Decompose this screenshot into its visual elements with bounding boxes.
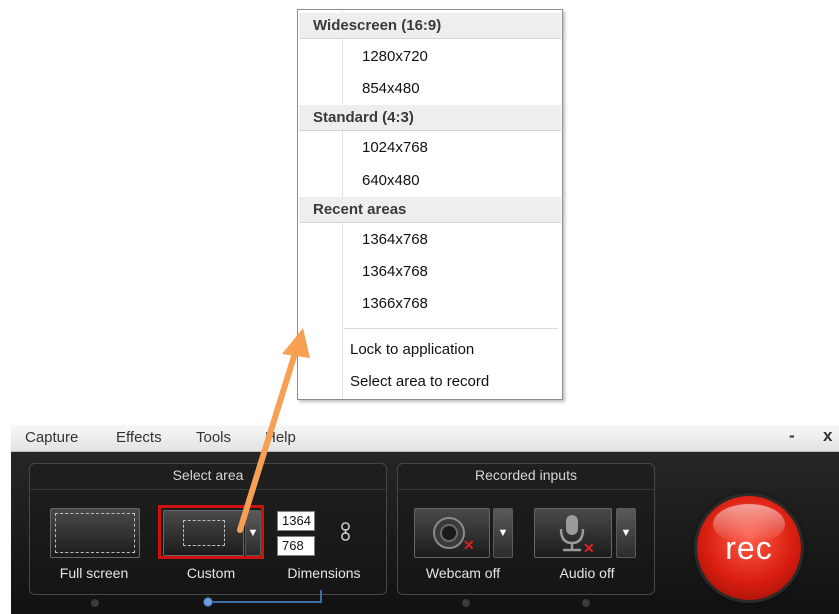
webcam-button[interactable]: ✕ bbox=[414, 508, 490, 558]
area-size-dropdown: Widescreen (16:9) 1280x720 854x480 Stand… bbox=[297, 9, 563, 400]
recorded-inputs-title: Recorded inputs bbox=[475, 467, 577, 483]
indicator-dot bbox=[90, 598, 100, 608]
screen-region-icon bbox=[55, 513, 135, 553]
close-button[interactable]: x bbox=[823, 426, 832, 446]
webcam-icon: ✕ bbox=[433, 517, 475, 553]
group-divider bbox=[398, 489, 654, 490]
custom-region-icon bbox=[183, 520, 225, 546]
audio-off-label: Audio off bbox=[559, 565, 615, 581]
webcam-dropdown-arrow-icon[interactable]: ▼ bbox=[493, 508, 513, 558]
full-screen-button[interactable] bbox=[50, 508, 140, 558]
microphone-icon: ✕ bbox=[559, 515, 595, 555]
custom-label: Custom bbox=[186, 565, 236, 581]
full-screen-label: Full screen bbox=[59, 565, 129, 581]
capture-toolbar-window: Capture Effects Tools Help - x Select ar… bbox=[11, 425, 839, 614]
audio-dropdown-arrow-icon[interactable]: ▼ bbox=[616, 508, 636, 558]
custom-button[interactable]: ▼ bbox=[158, 505, 264, 559]
custom-dropdown-arrow-icon[interactable]: ▼ bbox=[245, 510, 261, 556]
menu-capture[interactable]: Capture bbox=[25, 429, 78, 446]
menu-item-recent-1[interactable]: 1364x768 bbox=[362, 228, 428, 252]
indicator-dot bbox=[461, 598, 471, 608]
menu-help[interactable]: Help bbox=[265, 429, 296, 446]
webcam-off-label: Webcam off bbox=[425, 565, 501, 581]
menu-header-widescreen: Widescreen (16:9) bbox=[299, 13, 561, 39]
minimize-button[interactable]: - bbox=[789, 426, 795, 446]
menu-item-640x480[interactable]: 640x480 bbox=[362, 169, 420, 193]
audio-button[interactable]: ✕ bbox=[534, 508, 612, 558]
height-input[interactable]: 768 bbox=[277, 536, 315, 556]
menu-item-1280x720[interactable]: 1280x720 bbox=[362, 45, 428, 69]
menubar: Capture Effects Tools Help - x bbox=[11, 425, 839, 452]
menu-item-1024x768[interactable]: 1024x768 bbox=[362, 136, 428, 160]
lock-aspect-icon[interactable] bbox=[340, 522, 352, 542]
slider-handle[interactable] bbox=[203, 597, 213, 607]
menu-header-standard: Standard (4:3) bbox=[299, 105, 561, 131]
group-divider bbox=[30, 489, 386, 490]
width-input[interactable]: 1364 bbox=[277, 511, 315, 531]
menu-item-select-area-to-record[interactable]: Select area to record bbox=[350, 370, 489, 394]
custom-area-thumbnail bbox=[163, 510, 244, 556]
menu-tools[interactable]: Tools bbox=[196, 429, 231, 446]
svg-text:✕: ✕ bbox=[583, 540, 595, 555]
menu-item-recent-3[interactable]: 1366x768 bbox=[362, 292, 428, 316]
toolbar-panel: Select area Full screen ▼ Custom 1364 76… bbox=[11, 452, 839, 614]
menu-effects[interactable]: Effects bbox=[116, 429, 162, 446]
menu-item-lock-to-application[interactable]: Lock to application bbox=[350, 338, 474, 362]
dimensions-label: Dimensions bbox=[287, 565, 361, 581]
progress-line bbox=[207, 601, 322, 603]
menu-item-recent-2[interactable]: 1364x768 bbox=[362, 260, 428, 284]
select-area-title: Select area bbox=[172, 467, 244, 483]
menu-item-854x480[interactable]: 854x480 bbox=[362, 77, 420, 101]
record-button[interactable]: rec bbox=[697, 496, 801, 600]
menu-separator bbox=[344, 328, 558, 329]
select-area-group: Select area Full screen ▼ Custom 1364 76… bbox=[29, 463, 387, 595]
progress-line-end bbox=[320, 590, 322, 602]
menu-header-recent: Recent areas bbox=[299, 197, 561, 223]
recorded-inputs-group: Recorded inputs ✕ ▼ Webcam off ✕ ▼ Audio… bbox=[397, 463, 655, 595]
svg-text:✕: ✕ bbox=[463, 537, 475, 553]
indicator-dot bbox=[581, 598, 591, 608]
